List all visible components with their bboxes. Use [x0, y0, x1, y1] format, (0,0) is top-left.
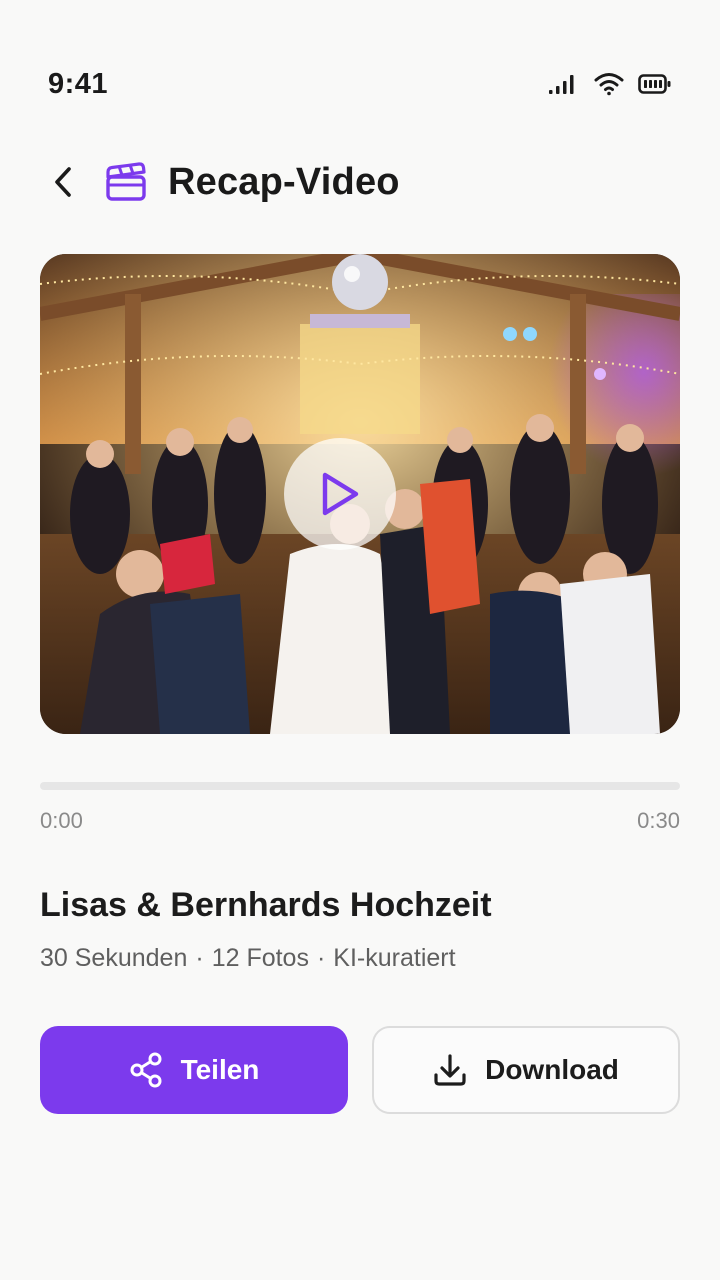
photo-count-label: 12 Fotos [211, 944, 309, 972]
event-meta: 30 Sekunden · 12 Fotos · KI-kuratiert [40, 944, 456, 973]
meta-separator: · [195, 944, 204, 972]
clapperboard-icon [104, 160, 148, 204]
play-button[interactable] [284, 438, 396, 550]
status-icons [548, 72, 672, 96]
duration-label: 30 Sekunden [40, 944, 188, 972]
play-icon [322, 472, 359, 516]
wifi-icon [594, 72, 624, 96]
chevron-left-icon [55, 167, 71, 197]
download-icon [434, 1054, 466, 1086]
progress-bar[interactable] [40, 782, 680, 790]
meta-separator: · [316, 944, 326, 972]
time-total: 0:30 [637, 808, 680, 833]
share-icon [130, 1052, 162, 1088]
download-button[interactable]: Download [372, 1026, 680, 1114]
event-title: Lisas & Bernhards Hochzeit [40, 886, 492, 924]
header: Recap-Video [40, 152, 680, 212]
time-current: 0:00 [40, 808, 83, 833]
battery-icon [638, 73, 672, 95]
video-player[interactable] [40, 254, 680, 734]
share-label: Teilen [180, 1054, 260, 1085]
status-bar: 9:41 [48, 62, 672, 106]
ai-curated-label: KI-kuratiert [333, 944, 456, 972]
recap-video-screen: 9:41 Recap-Video 0:00 0:30 Lisas & Bernh… [0, 0, 720, 1280]
share-button[interactable]: Teilen [40, 1026, 348, 1114]
download-label: Download [485, 1054, 619, 1085]
page-title: Recap-Video [168, 160, 400, 203]
signal-icon [548, 72, 580, 96]
status-time: 9:41 [48, 67, 109, 100]
back-button[interactable] [40, 158, 88, 206]
